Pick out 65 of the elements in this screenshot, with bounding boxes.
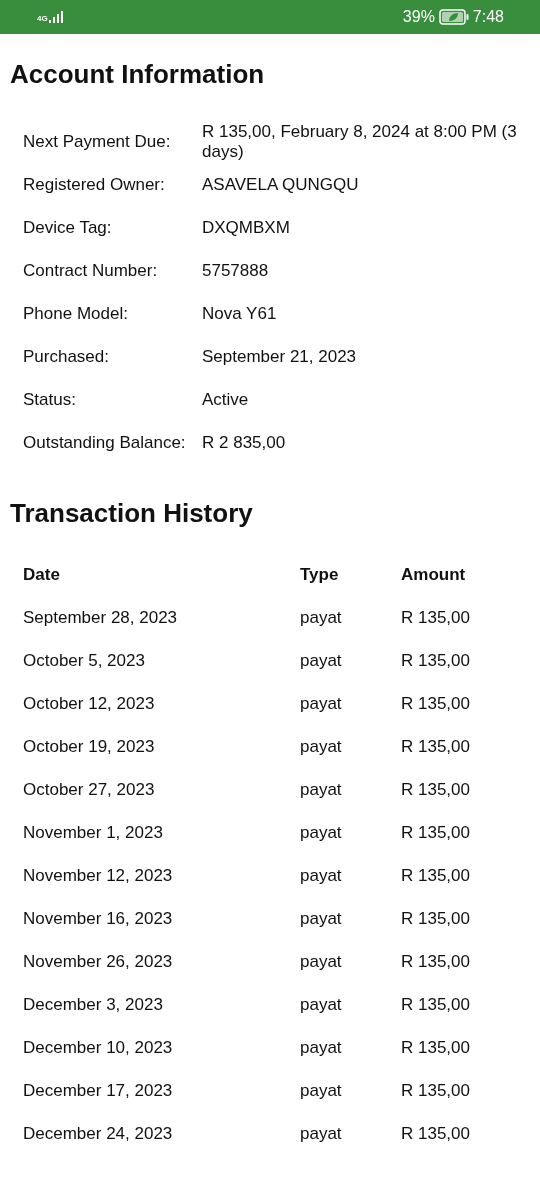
table-cell-text: December 17, 2023 xyxy=(23,1079,174,1102)
battery-icon xyxy=(438,9,469,25)
table-cell-text: R 135,00 xyxy=(401,1122,471,1145)
field-label: Contract Number: xyxy=(23,261,159,281)
field-label: Outstanding Balance: xyxy=(23,433,187,453)
table-cell-text: payat xyxy=(300,864,343,887)
table-cell-text: December 10, 2023 xyxy=(23,1036,174,1059)
table-cell-text: R 135,00 xyxy=(401,649,471,672)
battery-percent: 39% xyxy=(402,7,435,27)
field-value: R 135,00, February 8, 2024 at 8:00 PM (3 days) xyxy=(202,122,517,162)
field-label: Next Payment Due: xyxy=(23,132,172,152)
field-label: Status: xyxy=(23,390,77,410)
field-label: Device Tag: xyxy=(23,218,113,238)
table-cell-text: payat xyxy=(300,1122,343,1145)
table-cell-text: payat xyxy=(300,1036,343,1059)
table-cell-text: October 19, 2023 xyxy=(23,735,156,758)
table-cell-text: R 135,00 xyxy=(401,692,471,715)
section-title: Transaction History xyxy=(9,496,254,530)
table-cell-text: November 26, 2023 xyxy=(23,950,174,973)
field-label: Registered Owner: xyxy=(23,175,166,195)
table-cell-text: November 1, 2023 xyxy=(23,821,164,844)
table-cell-text: R 135,00 xyxy=(401,864,471,887)
table-cell-text: R 135,00 xyxy=(401,778,471,801)
table-cell-text: R 135,00 xyxy=(401,993,471,1016)
table-cell-text: R 135,00 xyxy=(401,907,471,930)
field-value: Active xyxy=(202,390,250,410)
table-cell-text: R 135,00 xyxy=(401,1036,471,1059)
field-value: September 21, 2023 xyxy=(202,347,358,367)
signal-icon xyxy=(48,11,63,23)
field-label: Purchased: xyxy=(23,347,110,367)
table-cell-text: R 135,00 xyxy=(401,1079,471,1102)
clock: 7:48 xyxy=(472,7,504,27)
field-label: Phone Model: xyxy=(23,304,129,324)
table-cell-text: payat xyxy=(300,606,343,629)
section-title: Account Information xyxy=(9,58,266,91)
table-cell-text: payat xyxy=(300,907,343,930)
column-header: Date xyxy=(23,563,61,586)
table-cell-text: R 135,00 xyxy=(401,950,471,973)
field-value: R 2 835,00 xyxy=(202,433,287,453)
field-value: DXQMBXM xyxy=(202,218,291,238)
table-cell-text: payat xyxy=(300,821,343,844)
field-value: ASAVELA QUNGQU xyxy=(202,175,360,195)
column-header: Amount xyxy=(401,563,467,586)
table-cell-text: December 3, 2023 xyxy=(23,993,164,1016)
table-cell-text: October 12, 2023 xyxy=(23,692,156,715)
table-cell-text: R 135,00 xyxy=(401,735,471,758)
table-cell-text: payat xyxy=(300,692,343,715)
table-cell-text: October 5, 2023 xyxy=(23,649,146,672)
table-cell-text: October 27, 2023 xyxy=(23,778,156,801)
table-cell-text: payat xyxy=(300,778,343,801)
table-cell-text: December 24, 2023 xyxy=(23,1122,174,1145)
column-header: Type xyxy=(300,563,340,586)
table-cell-text: November 16, 2023 xyxy=(23,907,174,930)
table-cell-text: September 28, 2023 xyxy=(23,606,179,629)
network-label: 4G xyxy=(37,15,48,23)
table-cell-text: payat xyxy=(300,1079,343,1102)
table-cell-text: R 135,00 xyxy=(401,821,471,844)
field-value: Nova Y61 xyxy=(202,304,278,324)
table-cell-text: payat xyxy=(300,993,343,1016)
table-cell-text: payat xyxy=(300,649,343,672)
table-cell-text: payat xyxy=(300,950,343,973)
table-cell-text: payat xyxy=(300,735,343,758)
table-cell-text: November 12, 2023 xyxy=(23,864,174,887)
field-value: 5757888 xyxy=(202,261,270,281)
table-cell-text: R 135,00 xyxy=(401,606,471,629)
